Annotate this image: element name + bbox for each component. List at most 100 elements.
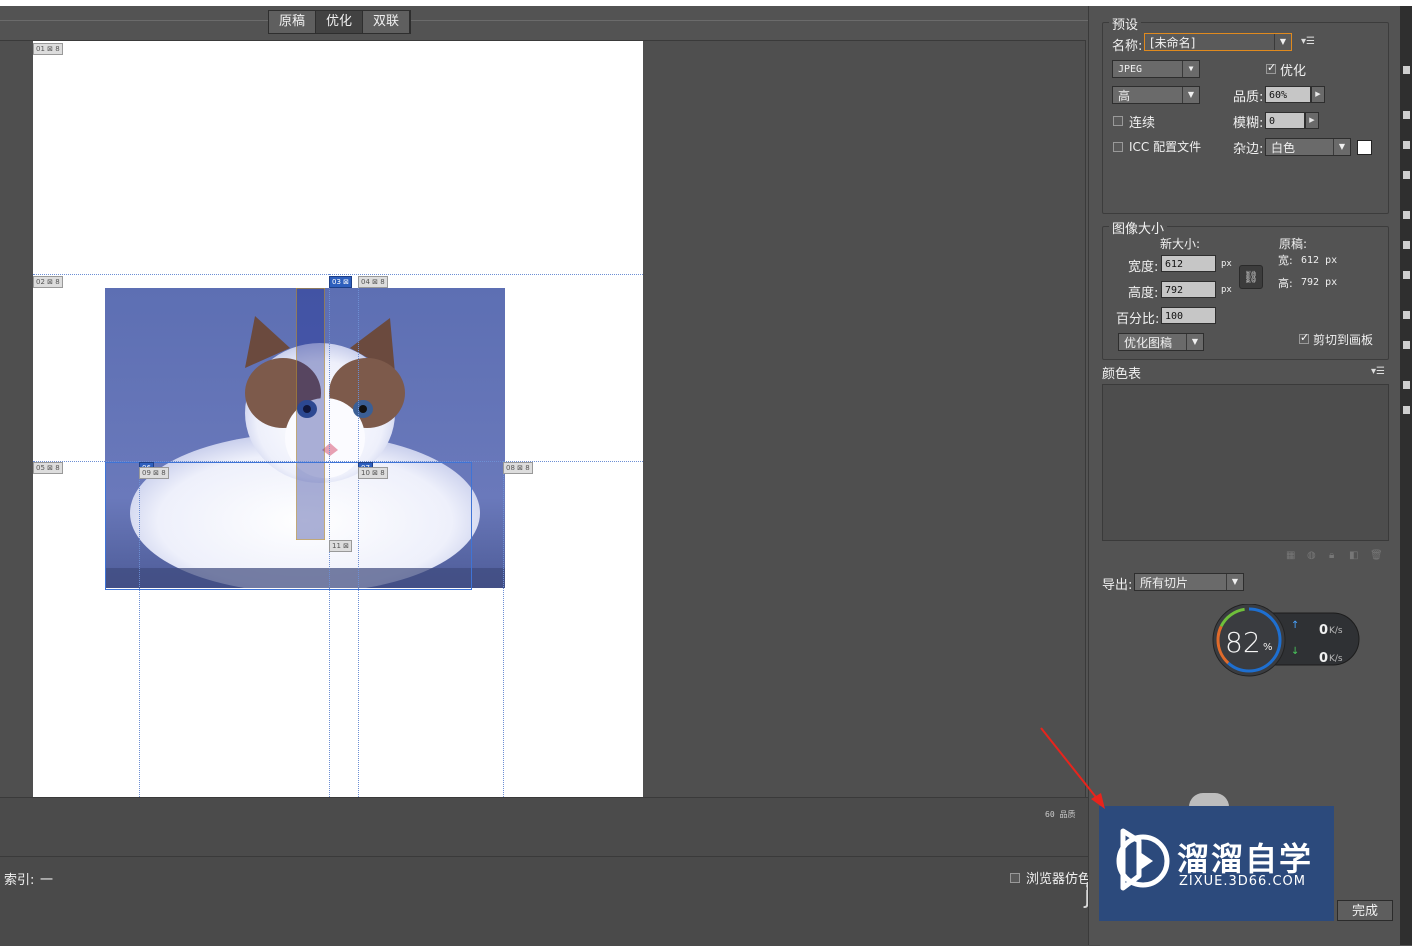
quality-level-value: 高	[1118, 89, 1131, 103]
lock-icon[interactable]: 🔒︎	[1329, 550, 1334, 561]
tool-icon[interactable]	[1403, 271, 1410, 279]
slice-tag-04[interactable]: 04 ⊠ 8	[358, 276, 388, 288]
tool-icon[interactable]	[1403, 211, 1410, 219]
matte-color-swatch[interactable]	[1357, 140, 1372, 155]
tool-icon[interactable]	[1403, 381, 1410, 389]
chevron-down-icon: ▼	[1182, 87, 1199, 103]
width-input[interactable]: 612	[1161, 255, 1216, 272]
optimize-label: 优化	[1280, 64, 1307, 79]
percent-input[interactable]: 100	[1161, 307, 1216, 324]
slice-tag-02[interactable]: 02 ⊠ 8	[33, 276, 63, 288]
slice-tag-05[interactable]: 05 ⊠ 8	[33, 462, 63, 474]
new-size-label: 新大小:	[1160, 237, 1201, 251]
tool-icon[interactable]	[1403, 406, 1410, 414]
link-icon[interactable]: ⛓	[1239, 265, 1263, 289]
quality-level-select[interactable]: 高 ▼	[1112, 86, 1200, 104]
progressive-label: 连续	[1129, 116, 1156, 131]
icc-profile-checkbox[interactable]	[1113, 142, 1123, 152]
right-tool-strip	[1400, 6, 1412, 945]
blur-label: 模糊:	[1233, 116, 1264, 131]
network-speed-widget[interactable]: ↑ ↓ 82 % 0 K/s 0 K/s	[1211, 603, 1361, 684]
height-label: 高度:	[1128, 286, 1159, 301]
done-button[interactable]: 完成	[1337, 900, 1393, 921]
watermark-logo: 溜溜自学 ZIXUE.3D66.COM	[1099, 806, 1334, 921]
width-unit: px	[1221, 259, 1232, 269]
tab-original[interactable]: 原稿	[269, 11, 316, 33]
preset-name-value: [未命名]	[1150, 36, 1196, 50]
orig-width-label: 宽:	[1278, 254, 1293, 267]
upload-speed-unit: K/s	[1329, 626, 1343, 636]
preset-menu-icon[interactable]: ▾☰	[1301, 36, 1315, 47]
slice-tag-03[interactable]: 03 ⊠	[329, 276, 353, 288]
chevron-down-icon: ▼	[1274, 34, 1291, 50]
tool-icon[interactable]	[1403, 311, 1410, 319]
download-speed-unit: K/s	[1329, 654, 1343, 664]
tab-2up[interactable]: 双联	[363, 11, 410, 33]
optimize-checkbox[interactable]	[1266, 61, 1276, 74]
clip-to-artboard-label: 剪切到画板	[1313, 333, 1374, 347]
height-unit: px	[1221, 285, 1232, 295]
chevron-down-icon: ▼	[1186, 334, 1203, 350]
export-select[interactable]: 所有切片 ▼	[1134, 573, 1244, 591]
quality-input[interactable]: 60%	[1265, 86, 1311, 103]
tab-optimized[interactable]: 优化	[316, 11, 363, 33]
name-label: 名称:	[1112, 39, 1143, 54]
upload-speed: 0	[1319, 623, 1329, 638]
blur-input[interactable]: 0	[1265, 112, 1305, 129]
color-table-menu-icon[interactable]: ▾☰	[1371, 366, 1385, 377]
tool-icon[interactable]	[1403, 111, 1410, 119]
format-value: JPEG	[1118, 64, 1143, 75]
svg-text:↑: ↑	[1291, 620, 1299, 631]
color-table[interactable]	[1102, 384, 1389, 541]
slice-line	[33, 274, 643, 275]
tool-icon[interactable]	[1403, 341, 1410, 349]
orig-height-value: 792 px	[1301, 277, 1338, 288]
tool-icon[interactable]	[1403, 141, 1410, 149]
index-value: 一	[40, 873, 54, 888]
width-label: 宽度:	[1128, 260, 1159, 275]
format-select[interactable]: JPEG ▼	[1112, 60, 1200, 78]
slice-line	[358, 274, 359, 797]
bottom-bar: 索引: 一 浏览器仿色 E ji	[0, 856, 1105, 946]
height-input[interactable]: 792	[1161, 281, 1216, 298]
tab-strip-divider	[0, 20, 1088, 21]
svg-text:↓: ↓	[1291, 646, 1299, 657]
matte-select[interactable]: 白色 ▼	[1265, 138, 1351, 156]
tool-icon[interactable]	[1403, 66, 1410, 74]
blur-slider-button[interactable]: ▶	[1305, 112, 1319, 129]
browser-dither-label: 浏览器仿色	[1026, 872, 1092, 887]
export-value: 所有切片	[1140, 576, 1189, 590]
web-shift-icon[interactable]: ◍	[1307, 550, 1316, 561]
selection-rectangle[interactable]	[105, 462, 472, 590]
slice-tag-09[interactable]: 09 ⊠ 8	[139, 467, 169, 479]
slice-tag-11[interactable]: 11 ⊠	[329, 540, 353, 552]
export-label: 导出:	[1102, 578, 1133, 593]
orig-height-label: 高:	[1278, 277, 1293, 290]
slice-tag-01[interactable]: 01 ⊠ 8	[33, 43, 63, 55]
tool-icon[interactable]	[1403, 171, 1410, 179]
trash-icon[interactable]: 🗑︎	[1370, 550, 1383, 561]
map-color-icon[interactable]: ▦	[1286, 550, 1295, 561]
slice-tag-10[interactable]: 10 ⊠ 8	[358, 467, 388, 479]
slice-line	[139, 461, 140, 797]
clip-to-artboard-checkbox[interactable]	[1299, 331, 1309, 344]
preset-name-select[interactable]: [未命名] ▼	[1144, 33, 1292, 51]
speed-percent: 82	[1225, 626, 1261, 659]
slice-line	[503, 461, 504, 797]
image-size-legend: 图像大小	[1109, 218, 1168, 237]
slice-line	[329, 274, 330, 797]
matte-label: 杂边:	[1233, 142, 1264, 157]
preview-canvas[interactable]: 01 ⊠ 8 02 ⊠ 8 03 ⊠ 04 ⊠ 8 05 ⊠ 8 06 07 0…	[0, 40, 1086, 797]
chevron-down-icon: ▼	[1226, 574, 1243, 590]
quality-slider-button[interactable]: ▶	[1311, 86, 1325, 103]
color-table-title: 颜色表	[1102, 367, 1142, 382]
partial-logo-shape	[1189, 793, 1229, 807]
progressive-checkbox[interactable]	[1113, 116, 1123, 126]
index-label: 索引:	[4, 873, 35, 888]
new-color-icon[interactable]: ◧	[1349, 550, 1358, 561]
tool-icon[interactable]	[1403, 241, 1410, 249]
browser-dither-checkbox[interactable]	[1010, 873, 1020, 883]
quality-label: 品质:	[1233, 90, 1264, 105]
slice-tag-08[interactable]: 08 ⊠ 8	[503, 462, 533, 474]
resample-select[interactable]: 优化图稿 ▼	[1118, 333, 1204, 351]
